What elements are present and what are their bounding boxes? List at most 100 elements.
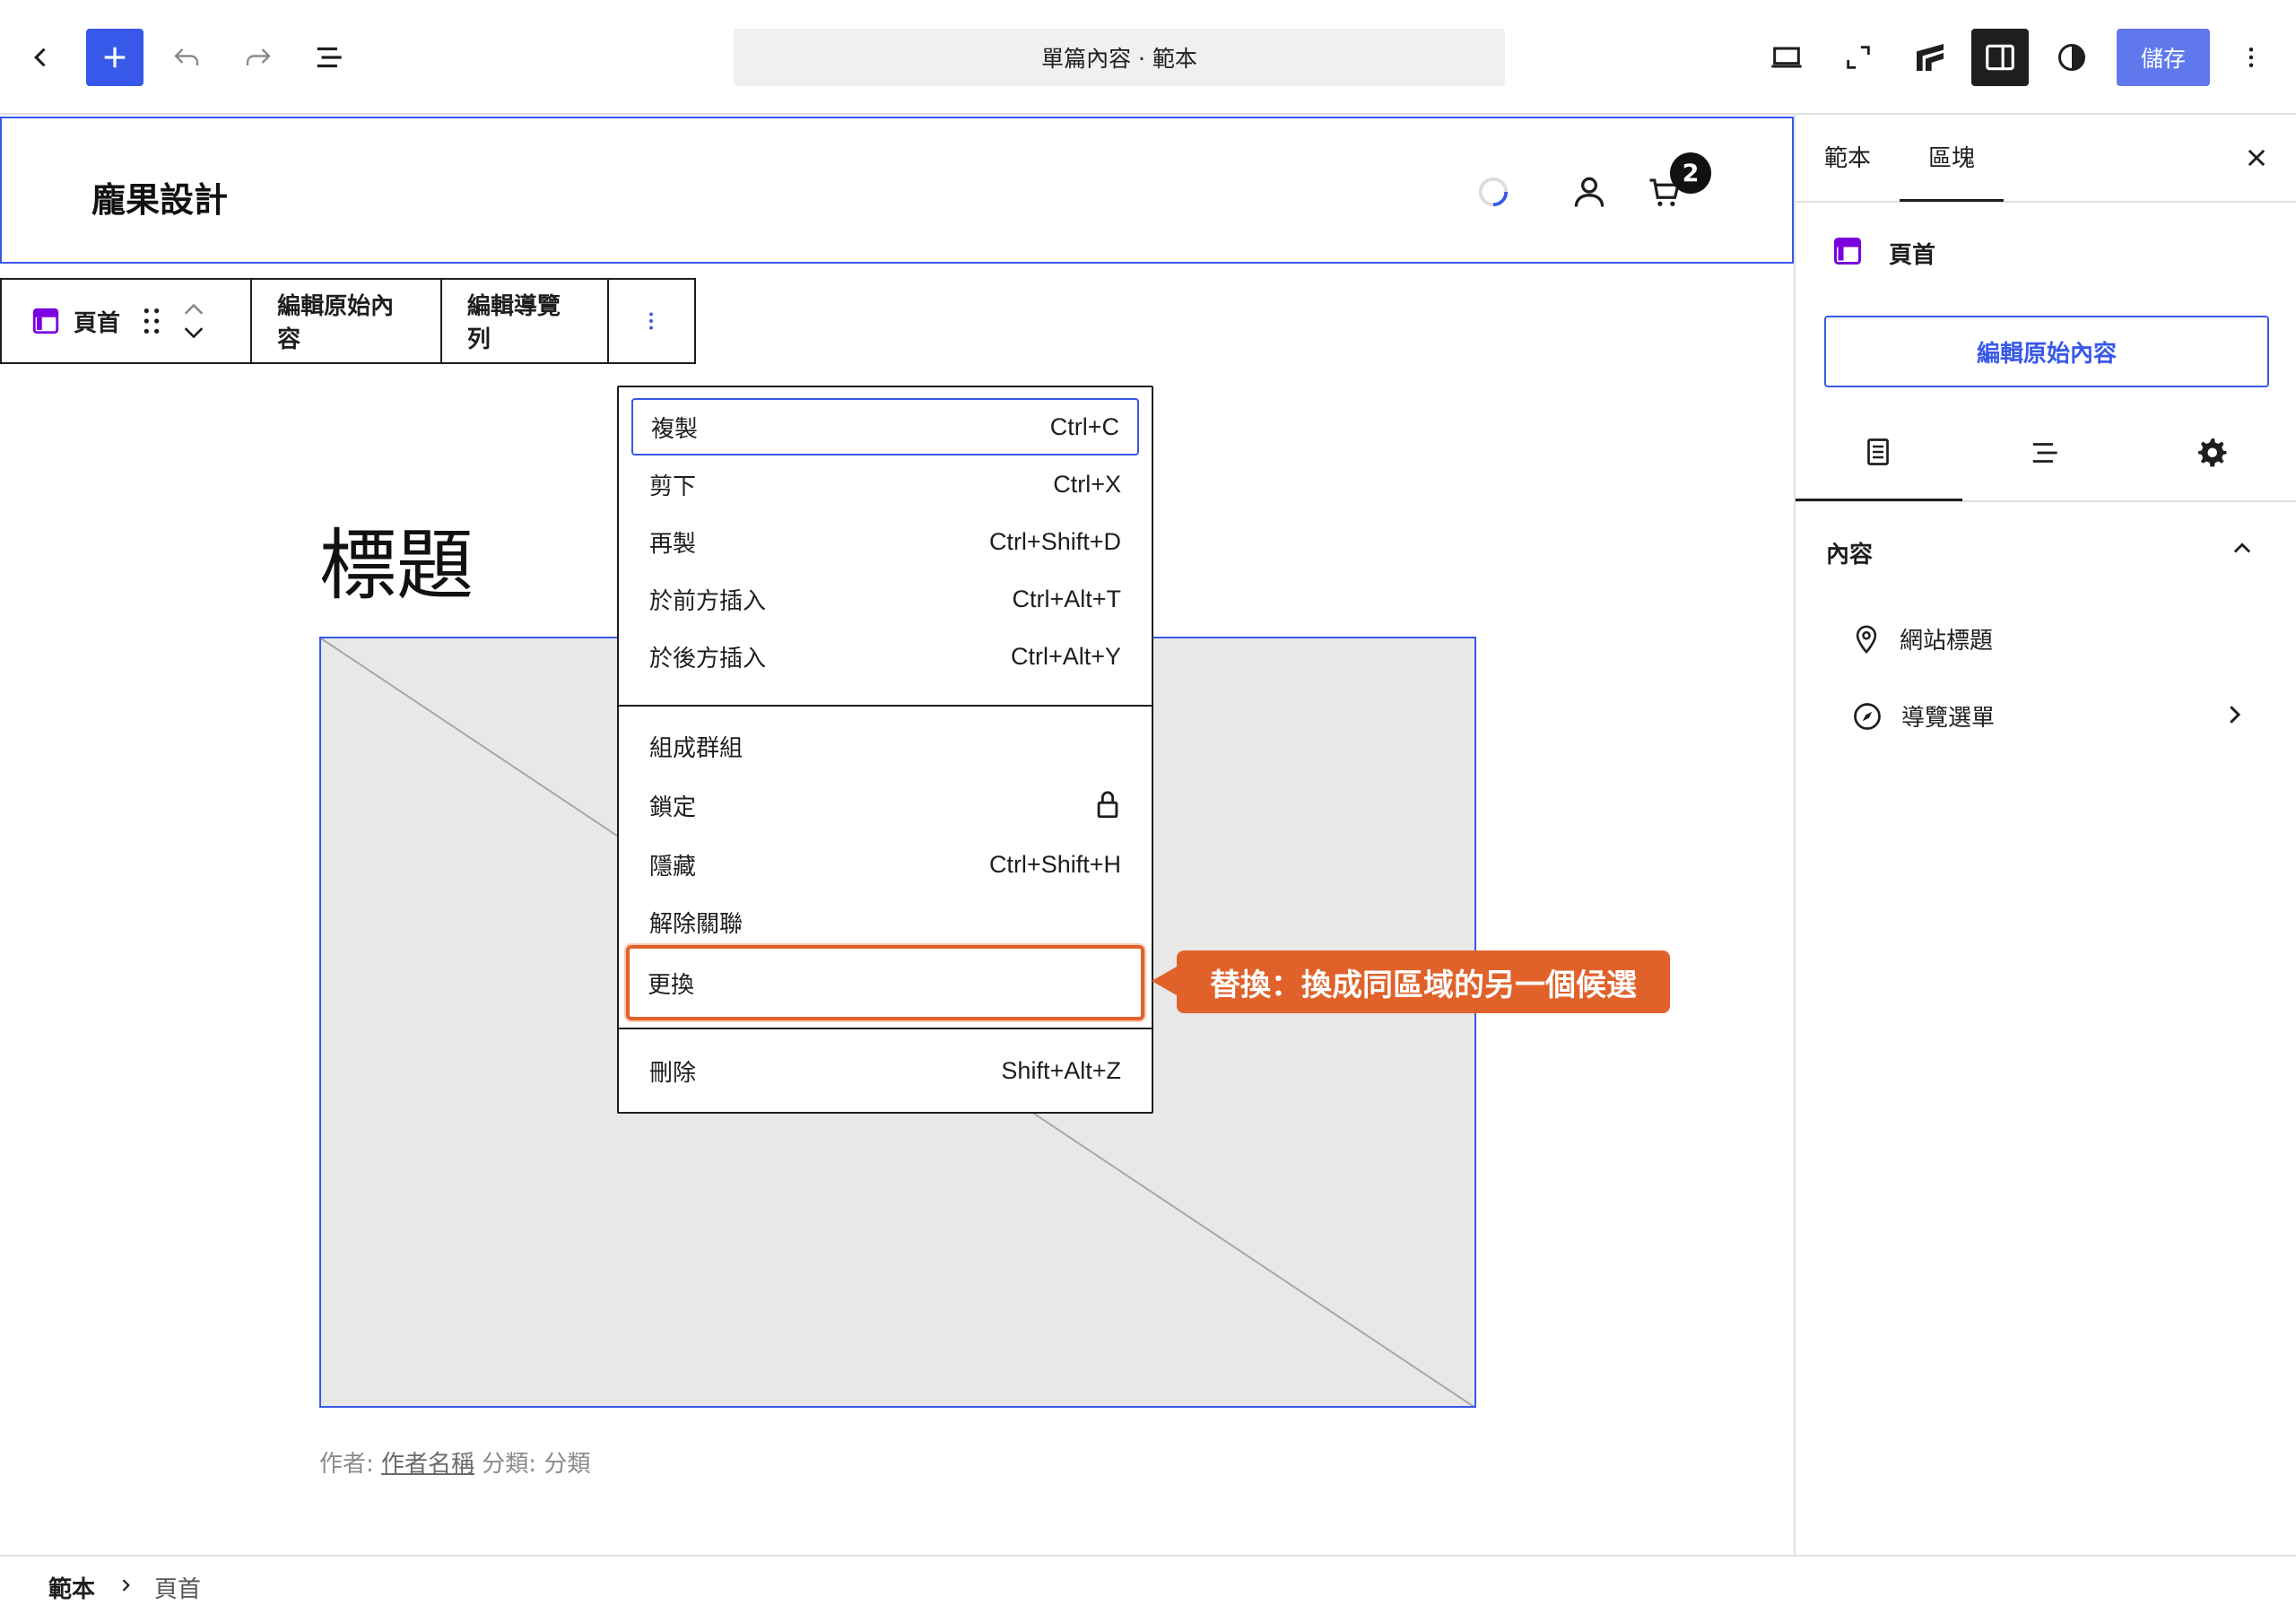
panel-section-title[interactable]: 內容 bbox=[1826, 536, 1873, 569]
user-icon bbox=[1574, 177, 1605, 207]
author-prefix: 作者: bbox=[319, 1451, 382, 1478]
breadcrumb-separator bbox=[117, 1576, 135, 1594]
list-item-site-title[interactable]: 網站標題 bbox=[1851, 622, 1993, 655]
author-link[interactable]: 作者名稱 bbox=[381, 1451, 474, 1478]
menu-item-cut[interactable]: 剪下 Ctrl+X bbox=[631, 456, 1139, 513]
annotation-callout: 替換：換成同區域的另一個候選 bbox=[1177, 950, 1670, 1013]
add-block-button[interactable] bbox=[86, 29, 144, 86]
save-button[interactable]: 儲存 bbox=[2117, 29, 2210, 86]
plus-icon bbox=[104, 47, 126, 68]
template-part-icon[interactable] bbox=[30, 306, 61, 336]
menu-item-shortcut: Ctrl+X bbox=[1053, 470, 1121, 498]
desktop-icon bbox=[1771, 47, 1802, 68]
block-toolbar: 頁首 編輯原始內容 編輯導覽列 bbox=[0, 278, 696, 364]
header-template-part[interactable]: 龐果設計 2 bbox=[0, 117, 1794, 264]
menu-item-label: 組成群組 bbox=[649, 734, 744, 762]
menu-divider bbox=[619, 705, 1152, 707]
redo-button[interactable] bbox=[230, 29, 287, 86]
fullscreen-button[interactable] bbox=[1830, 29, 1887, 86]
tab-content[interactable] bbox=[1862, 436, 1894, 468]
document-overview-button[interactable] bbox=[301, 29, 359, 86]
options-menu-button[interactable] bbox=[2222, 29, 2280, 86]
tab-settings[interactable] bbox=[2196, 436, 2228, 468]
settings-sidebar-toggle[interactable] bbox=[1971, 29, 2029, 86]
contrast-icon bbox=[2058, 44, 2085, 71]
edit-original-button[interactable]: 編輯原始內容 bbox=[252, 280, 442, 362]
chevron-left-icon bbox=[34, 48, 46, 67]
menu-item-delete[interactable]: 刪除 Shift+Alt+Z bbox=[631, 1042, 1139, 1099]
map-pin-icon bbox=[1856, 625, 1877, 654]
menu-item-shortcut: Ctrl+Shift+H bbox=[988, 850, 1121, 878]
list-view-icon bbox=[2032, 443, 2057, 463]
list-item-label: 導覽選單 bbox=[1901, 705, 1996, 732]
category-text: 分類: 分類 bbox=[474, 1451, 591, 1478]
chevron-right-icon bbox=[122, 1579, 130, 1592]
block-card-title: 頁首 bbox=[1889, 242, 1936, 269]
menu-item-insert-after[interactable]: 於後方插入 Ctrl+Alt+Y bbox=[631, 628, 1139, 685]
editor-top-bar: 單篇內容 · 範本 儲存 bbox=[0, 0, 2296, 115]
tab-list-view[interactable] bbox=[2029, 436, 2063, 470]
edit-original-label: 編輯原始內容 bbox=[277, 293, 395, 353]
loading-spinner bbox=[1476, 175, 1510, 209]
undo-icon bbox=[174, 48, 199, 65]
menu-item-duplicate[interactable]: 再製 Ctrl+Shift+D bbox=[631, 513, 1139, 570]
breadcrumb-root[interactable]: 範本 bbox=[48, 1571, 95, 1604]
document-title[interactable]: 單篇內容 · 範本 bbox=[734, 29, 1505, 86]
menu-divider bbox=[619, 1028, 1152, 1029]
menu-item-label: 於後方插入 bbox=[649, 645, 767, 672]
styles-button[interactable] bbox=[2043, 29, 2100, 86]
chevron-up-icon[interactable] bbox=[181, 300, 206, 317]
menu-item-copy[interactable]: 複製 Ctrl+C bbox=[631, 398, 1139, 456]
plugin-button[interactable] bbox=[1901, 29, 1959, 86]
menu-item-replace[interactable]: 更換 bbox=[626, 945, 1144, 1020]
callout-pointer bbox=[1152, 967, 1177, 995]
menu-item-lock[interactable]: 鎖定 bbox=[631, 777, 1139, 834]
menu-item-group[interactable]: 組成群組 bbox=[631, 717, 1139, 775]
drag-handle-icon[interactable] bbox=[140, 306, 163, 336]
collapse-section-button[interactable] bbox=[2230, 536, 2255, 561]
menu-item-shortcut: Ctrl+Shift+D bbox=[988, 527, 1121, 555]
expand-navigation-button[interactable] bbox=[2221, 701, 2248, 728]
menu-item-detach[interactable]: 解除關聯 bbox=[631, 893, 1139, 950]
settings-sidebar: 範本 區塊 頁首 編輯原始內容 內容 網站標題 導覽選單 bbox=[1794, 115, 2296, 1555]
menu-item-label: 複製 bbox=[651, 415, 699, 443]
tab-block[interactable]: 區塊 bbox=[1928, 140, 1975, 173]
spinner-icon bbox=[1478, 177, 1509, 207]
chevron-down-icon[interactable] bbox=[181, 325, 206, 342]
post-title[interactable]: 標題 bbox=[319, 502, 474, 614]
chevron-up-icon bbox=[2233, 542, 2251, 553]
menu-item-hide[interactable]: 隱藏 Ctrl+Shift+H bbox=[631, 836, 1139, 893]
block-options-button[interactable] bbox=[609, 280, 694, 362]
tabs-divider bbox=[1796, 201, 2296, 203]
account-link[interactable] bbox=[1570, 172, 1609, 212]
menu-item-label: 於前方插入 bbox=[649, 587, 767, 615]
menu-item-label: 隱藏 bbox=[649, 853, 697, 881]
compass-icon bbox=[1854, 702, 1881, 730]
menu-item-shortcut: Ctrl+C bbox=[1049, 412, 1119, 440]
menu-item-label: 刪除 bbox=[649, 1059, 697, 1087]
list-item-label: 網站標題 bbox=[1900, 628, 1994, 655]
site-title[interactable]: 龐果設計 bbox=[91, 172, 228, 221]
edit-navigation-button[interactable]: 編輯導覽列 bbox=[442, 280, 609, 362]
menu-item-label: 鎖定 bbox=[649, 794, 697, 821]
cart-count-badge: 2 bbox=[1670, 152, 1711, 194]
device-preview-button[interactable] bbox=[1758, 29, 1815, 86]
post-meta: 作者: 作者名稱 分類: 分類 bbox=[319, 1445, 590, 1479]
fullscreen-icon bbox=[1847, 46, 1870, 69]
undo-button[interactable] bbox=[158, 29, 215, 86]
edit-navigation-label: 編輯導覽列 bbox=[466, 293, 561, 353]
menu-item-shortcut: Ctrl+Alt+Y bbox=[1010, 642, 1121, 670]
lock-icon bbox=[1097, 791, 1118, 819]
more-vertical-icon bbox=[2248, 48, 2254, 67]
list-item-navigation[interactable]: 導覽選單 bbox=[1851, 699, 1995, 733]
edit-original-button[interactable]: 編輯原始內容 bbox=[1824, 316, 2269, 387]
menu-item-label: 剪下 bbox=[649, 473, 697, 500]
gear-icon bbox=[2198, 438, 2227, 467]
tab-template[interactable]: 範本 bbox=[1824, 140, 1871, 173]
active-icon-tab-indicator bbox=[1796, 499, 1962, 501]
menu-item-insert-before[interactable]: 於前方插入 Ctrl+Alt+T bbox=[631, 570, 1139, 628]
menu-item-label: 解除關聯 bbox=[649, 910, 744, 938]
close-sidebar-button[interactable] bbox=[2244, 145, 2269, 170]
back-button[interactable] bbox=[13, 29, 70, 86]
document-icon bbox=[1867, 438, 1889, 465]
